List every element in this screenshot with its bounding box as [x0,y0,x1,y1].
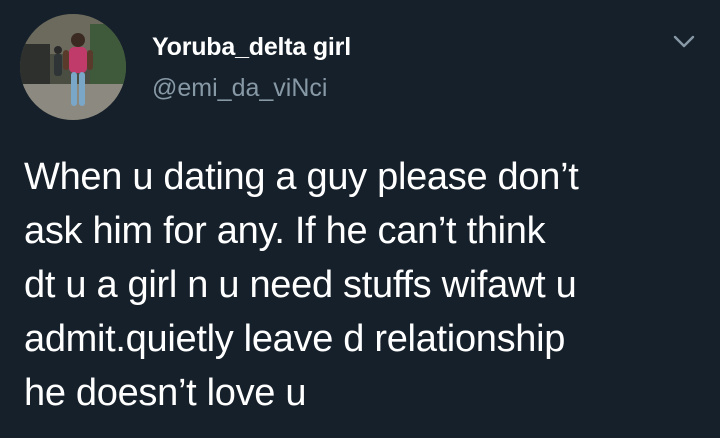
tweet-text-line: dt u a girl n u need stuffs wifawt u [24,264,577,306]
tweet-card: Yoruba_delta girl @emi_da_viNci When u d… [0,0,720,438]
tweet-menu-button[interactable] [668,28,700,56]
tweet-text-line: When u dating a guy please don’t [24,156,579,198]
display-name[interactable]: Yoruba_delta girl [152,33,351,62]
user-handle[interactable]: @emi_da_viNci [152,74,327,103]
tweet-text: When u dating a guy please don’t ask him… [24,150,704,420]
tweet-text-line: he doesn’t love u [24,372,307,414]
profile-photo-icon [20,14,126,120]
tweet-text-line: admit.quietly leave d relationship [24,318,566,360]
tweet-text-line: ask him for any. If he can’t think [24,210,546,252]
chevron-down-icon [673,35,695,48]
avatar[interactable] [20,14,126,120]
